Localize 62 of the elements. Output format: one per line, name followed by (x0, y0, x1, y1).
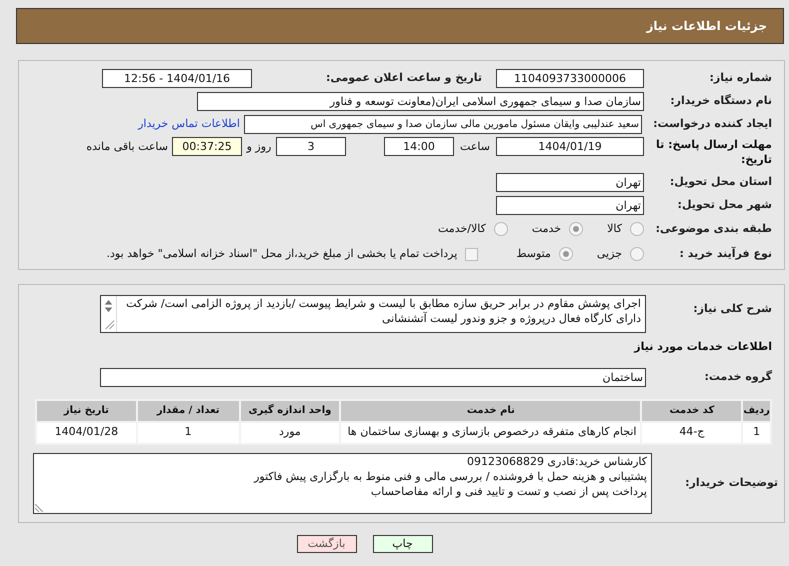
radio-button[interactable] (630, 222, 644, 236)
field-label: مهلت ارسال پاسخ: تا تاریخ: (655, 137, 772, 167)
field-label: شرح کلی نیاز: (692, 301, 772, 317)
column-header: نام خدمت (340, 400, 642, 422)
time-label: ساعت (459, 139, 491, 155)
radio-button[interactable] (494, 222, 508, 236)
field-label: شماره نیاز: (708, 70, 772, 86)
resize-icon (35, 504, 43, 512)
text-field[interactable]: 00:37:25 (172, 137, 242, 156)
text-field[interactable]: سعید عندلیبی وایقان مسئول مامورین مالی سازمان صدا و سیمای جمهوری اس (244, 114, 642, 134)
text-field[interactable]: سازمان صدا و سیمای جمهوری اسلامی ایران(معاونت توسعه و فناور (197, 92, 644, 110)
table-cell: 1 (136, 422, 240, 444)
notes-box[interactable]: کارشناس خرید:قادری 09123068829 پشتیبانی و هزینه حمل با فروشنده / بررسی مالی و فنی منوط به بارگزاری پیش فاکتور پرداخت پس از نصب و تست و تایید فنی و ارائه مفاصاحساب (33, 452, 652, 514)
description-text: اجرای پوشش مقاوم در برابر حریق سازه مطابق با لیست و شرایط پیوست /بازدید از پروژه الزامی است/ شرکت دارای کارگاه فعال درپروژه و جزو وندور لیست آتشنشانی (125, 296, 642, 327)
radio-button[interactable] (569, 222, 584, 236)
days-label: روز و (245, 139, 272, 155)
contact-link[interactable]: اطلاعات تماس خریدار (138, 116, 240, 132)
column-header: ردیف (742, 400, 771, 422)
field-label: نوع فرآیند خرید : (678, 246, 772, 262)
radio-label: متوسط (516, 246, 551, 262)
table-cell: 1 (742, 422, 771, 444)
note-line: پشتیبانی و هزینه حمل با فروشنده / بررسی مالی و فنی منوط به بارگزاری پیش فاکتور (252, 468, 647, 484)
field-label: تاریخ و ساعت اعلان عمومی: (324, 70, 482, 86)
radio-label: کالا/خدمت (438, 220, 486, 237)
table-cell: 1404/01/28 (36, 422, 137, 444)
field-label: ایجاد کننده درخواست: (652, 116, 772, 132)
text-field[interactable]: 1404/01/16 - 12:56 (102, 68, 252, 88)
checkbox-label: پرداخت تمام یا بخشی از مبلغ خرید،از محل "اسناد خزانه اسلامی" خواهد بود. (106, 246, 458, 262)
text-field[interactable]: تهران (496, 172, 644, 192)
print-button[interactable]: چاپ (372, 534, 432, 552)
note-line: کارشناس خرید:قادری 09123068829 (466, 454, 647, 468)
field-label: طبقه بندی موضوعی: (654, 220, 772, 237)
column-header: تاریخ نیاز (36, 400, 137, 422)
field-label: نام دستگاه خریدار: (669, 92, 772, 109)
table-cell: ج-44 (641, 422, 742, 444)
remaining-label: ساعت باقی مانده (86, 139, 168, 155)
text-field[interactable]: تهران (496, 196, 644, 214)
table-cell: مورد (240, 422, 340, 444)
column-header: تعداد / مقدار (136, 400, 240, 422)
description-box[interactable]: اجرای پوشش مقاوم در برابر حریق سازه مطابق با لیست و شرایط پیوست /بازدید از پروژه الزامی است/ شرکت دارای کارگاه فعال درپروژه و جزو وندور لیست آتشنشانی (100, 295, 646, 333)
text-field[interactable]: 14:00 (384, 137, 454, 156)
page-title: جزئیات اطلاعات نیاز (646, 18, 767, 35)
field-label: شهر محل تحویل: (676, 196, 772, 213)
text-field[interactable]: 1104093733000006 (496, 68, 644, 88)
radio-button[interactable] (630, 247, 644, 261)
field-label: گروه خدمت: (703, 368, 772, 385)
note-line: پرداخت پس از نصب و تست و تایید فنی و ارائه مفاصاحساب (370, 484, 647, 498)
section-title: اطلاعات خدمات مورد نیاز (632, 339, 772, 355)
checkbox[interactable] (465, 248, 478, 260)
text-field[interactable]: 1404/01/19 (496, 137, 644, 156)
radio-label: خدمت (532, 220, 562, 237)
column-header: کد خدمت (641, 400, 742, 422)
text-field[interactable]: 3 (276, 137, 346, 156)
back-button[interactable]: بازگشت (296, 534, 356, 552)
column-header: واحد اندازه گیری (240, 400, 340, 422)
field-label: توضیحات خریدار: (684, 474, 778, 491)
field-label: استان محل تحویل: (668, 174, 772, 190)
radio-label: جزیی (596, 246, 622, 262)
radio-label: کالا (607, 220, 622, 237)
text-field[interactable]: ساختمان (100, 368, 646, 386)
table-cell: انجام کارهای متفرقه درخصوص بازسازی و بهسازی ساختمان ها (340, 422, 642, 444)
radio-button[interactable] (558, 247, 573, 261)
